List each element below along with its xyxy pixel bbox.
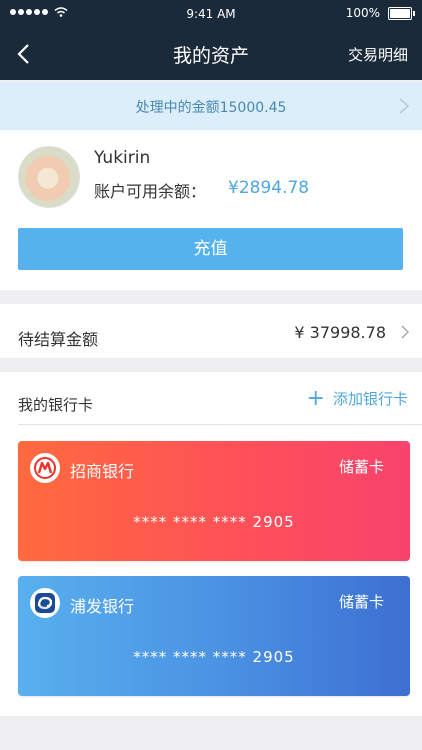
processing-amount-text: 处理中的金额15000.45 — [135, 100, 287, 116]
cmb-logo-icon — [30, 453, 60, 483]
card-number: **** **** **** 2905 — [133, 513, 295, 531]
bank-cards-header: 我的银行卡 — [18, 396, 94, 414]
processing-amount-banner[interactable]: 处理中的金额15000.45 — [0, 82, 422, 130]
username: Yukirin — [94, 148, 151, 168]
pending-settlement-row[interactable]: 待结算金额 ¥ 37998.78 — [0, 304, 422, 358]
bottom-spacer — [0, 716, 422, 750]
divider — [18, 424, 422, 425]
bank-name: 浦发银行 — [70, 597, 135, 616]
balance-label: 账户可用余额： — [94, 182, 207, 201]
chevron-right-icon — [401, 325, 410, 339]
chevron-right-icon — [399, 98, 410, 114]
pending-amount: ¥ 37998.78 — [294, 323, 386, 342]
plus-icon: + — [306, 385, 325, 411]
add-bank-card-button[interactable]: + 添加银行卡 — [306, 385, 408, 411]
card-type: 储蓄卡 — [338, 458, 384, 476]
battery-icon — [388, 6, 415, 20]
balance-value: ¥2894.78 — [228, 178, 310, 198]
account-panel: Yukirin 账户可用余额： ¥2894.78 充值 — [0, 130, 422, 290]
pending-label: 待结算金额 — [18, 330, 99, 349]
transaction-details-link[interactable]: 交易明细 — [348, 44, 408, 65]
spdb-logo-icon — [30, 588, 60, 618]
card-number: **** **** **** 2905 — [133, 648, 295, 666]
bank-name: 招商银行 — [70, 462, 135, 481]
bank-card-spdb[interactable]: 浦发银行 储蓄卡 **** **** **** 2905 — [18, 576, 410, 696]
charge-button[interactable]: 充值 — [18, 228, 403, 270]
add-bank-card-label: 添加银行卡 — [332, 390, 408, 408]
card-type: 储蓄卡 — [338, 593, 384, 611]
battery-percent: 100% — [345, 6, 380, 20]
bank-cards-section: 我的银行卡 + 添加银行卡 招商银行 储蓄卡 **** **** **** 29… — [0, 372, 422, 716]
nav-bar: 我的资产 交易明细 — [0, 28, 422, 80]
battery-status: 100% — [345, 6, 415, 20]
status-bar: 9:41 AM 100% — [0, 0, 422, 28]
avatar[interactable] — [18, 146, 80, 208]
bank-card-cmb[interactable]: 招商银行 储蓄卡 **** **** **** 2905 — [18, 441, 410, 561]
